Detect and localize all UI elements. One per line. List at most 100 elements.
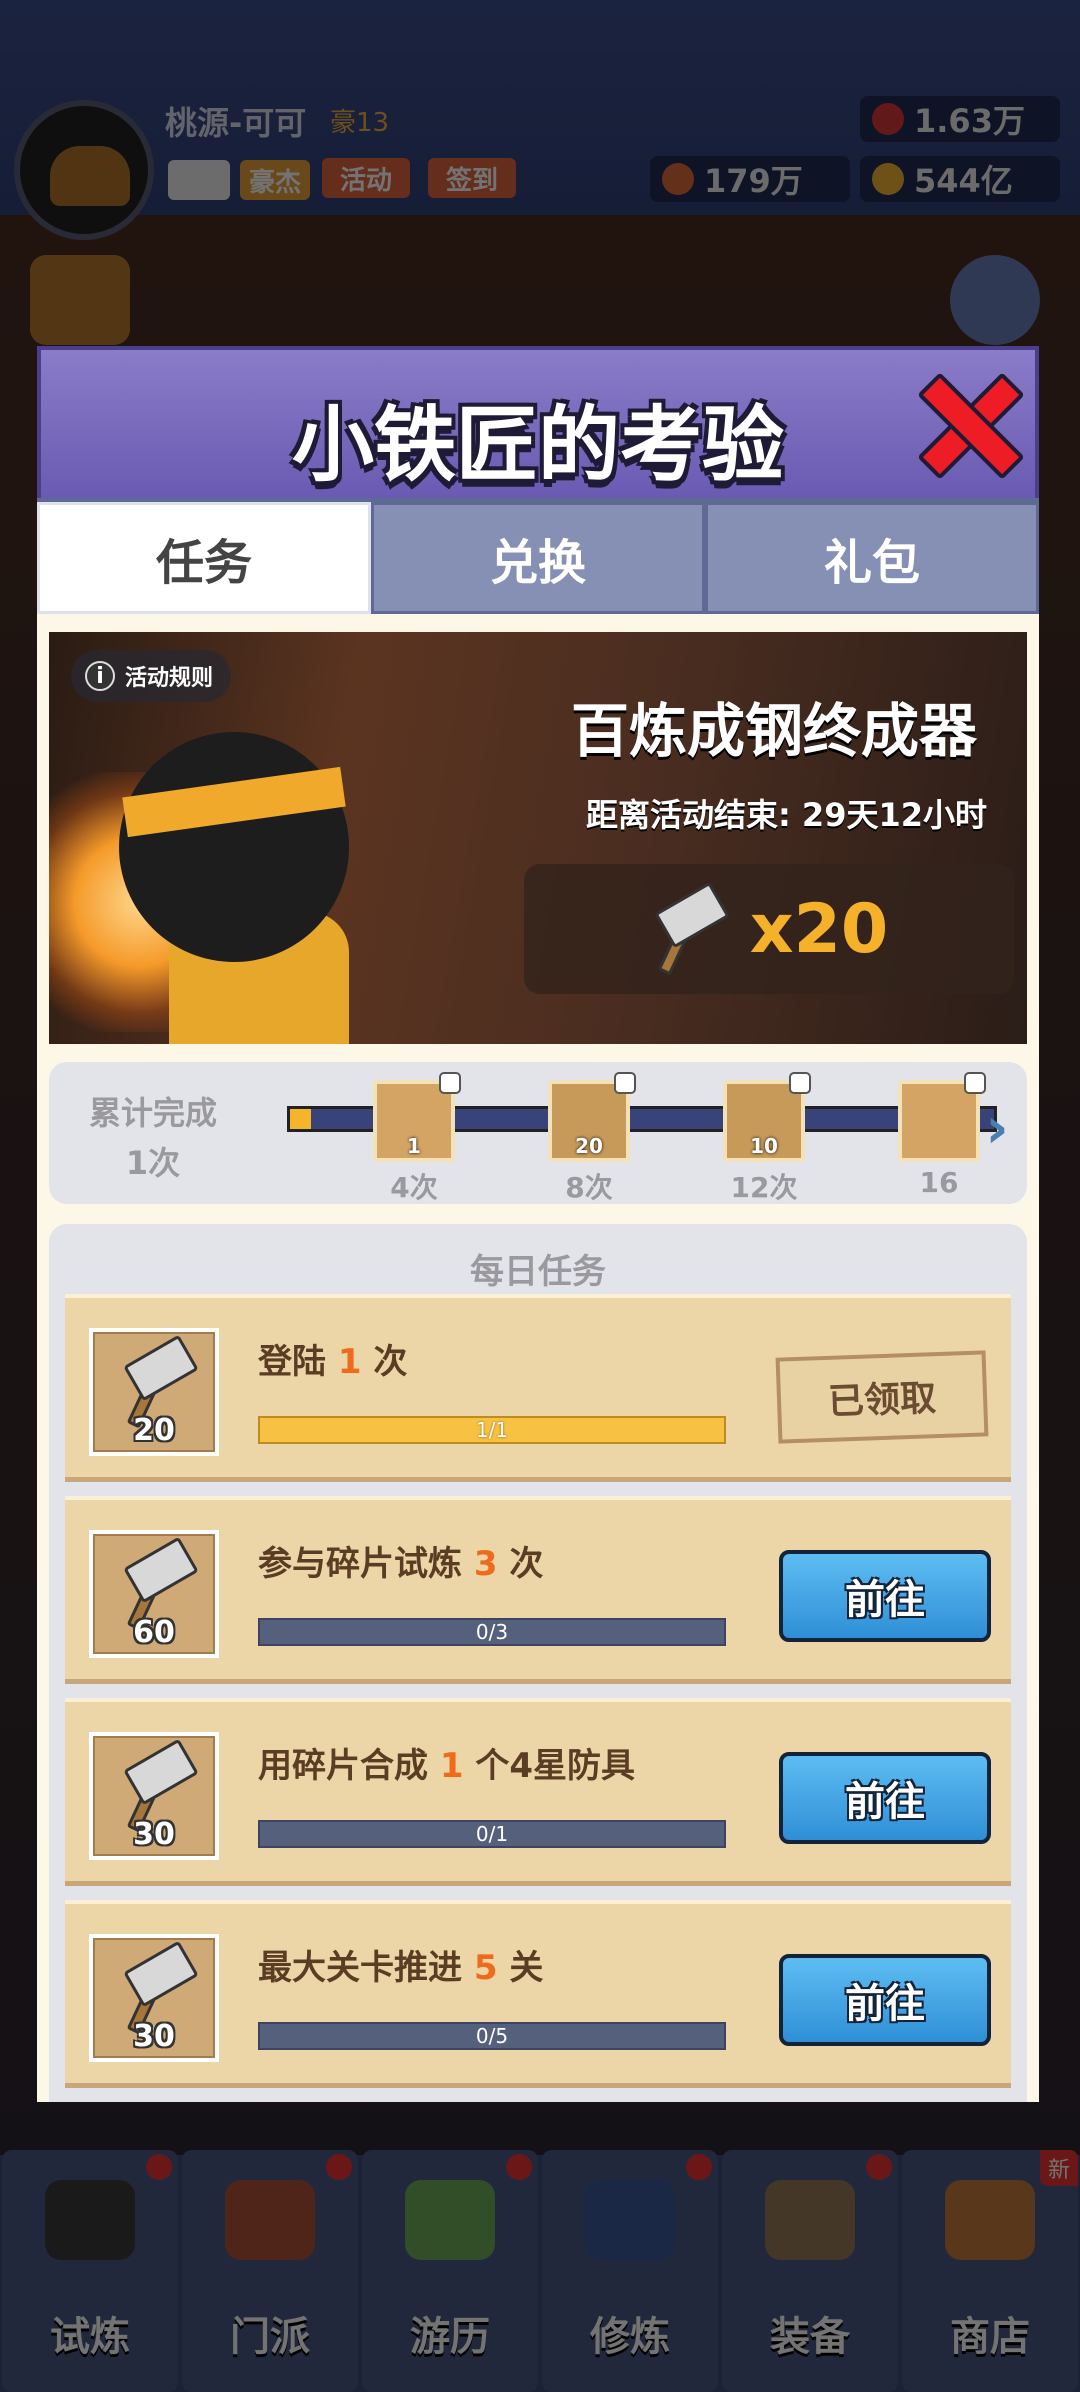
- mail-icon[interactable]: [168, 160, 230, 200]
- tab-tasks[interactable]: 任务: [37, 502, 371, 614]
- task-text-post: 次: [361, 1342, 408, 1382]
- event-button[interactable]: 活动: [322, 158, 410, 198]
- milestone-reward-2[interactable]: 10: [723, 1072, 811, 1162]
- tab-bar: 任务 兑换 礼包: [37, 498, 1039, 614]
- gem-icon: [872, 103, 904, 135]
- task-description: 用碎片合成 1 个4星防具: [258, 1738, 635, 1787]
- event-rules-button[interactable]: i 活动规则: [71, 650, 232, 702]
- claimed-stamp: 已领取: [775, 1350, 989, 1444]
- notification-dot: [506, 2154, 532, 2180]
- completion-value: 1次: [125, 1144, 181, 1182]
- info-icon: i: [85, 661, 115, 691]
- nav-label: 游历: [410, 2314, 490, 2360]
- nav-item-5[interactable]: 商店 新: [902, 2150, 1078, 2392]
- modal-body: i 活动规则 百炼成钢终成器 距离活动结束: 29天12小时 x20 累计完成 …: [37, 614, 1039, 2102]
- lock-icon: [964, 1072, 986, 1094]
- task-progress-bar: 0/3: [258, 1618, 726, 1646]
- milestone-reward-3[interactable]: [898, 1072, 986, 1162]
- reward-quantity: x20: [749, 889, 889, 969]
- go-button[interactable]: 前往: [779, 1954, 991, 2046]
- task-target: 1: [337, 1342, 362, 1382]
- player-avatar[interactable]: [14, 100, 154, 240]
- milestone-reward-0[interactable]: 1: [373, 1072, 461, 1162]
- milestone-qty: 20: [575, 1134, 603, 1158]
- task-row: 20 登陆 1 次 1/1 已领取: [65, 1294, 1011, 1482]
- daily-tasks-panel: 每日任务 20 登陆 1 次 1/1 已领取 60 参与碎片试炼 3 次 0/3 前往 30 用碎…: [49, 1224, 1027, 2102]
- gem-counter[interactable]: 1.63万: [860, 96, 1060, 142]
- hammer-icon: [119, 1334, 199, 1429]
- nav-label: 试炼: [50, 2314, 130, 2360]
- task-reward: 30: [89, 1732, 219, 1860]
- npc-icon[interactable]: [950, 255, 1040, 345]
- task-text-post: 关: [497, 1948, 544, 1988]
- nav-icon: [225, 2180, 315, 2260]
- milestone-qty: 1: [407, 1134, 421, 1158]
- blacksmith-head: [119, 732, 349, 962]
- lock-icon: [439, 1072, 461, 1094]
- nav-item-1[interactable]: 门派: [182, 2150, 358, 2392]
- task-progress-label: 1/1: [475, 1418, 509, 1442]
- modal-header: 小铁匠的考验: [37, 346, 1039, 498]
- task-row: 30 最大关卡推进 5 关 0/5 前往: [65, 1900, 1011, 2088]
- daily-tasks-title: 每日任务: [470, 1252, 606, 1292]
- banner-title: 百炼成钢终成器: [570, 697, 977, 765]
- milestone-label: 8次: [565, 1171, 613, 1204]
- close-icon[interactable]: [915, 370, 1015, 470]
- coin-counter[interactable]: 544亿: [860, 156, 1060, 202]
- milestone-qty: 10: [750, 1134, 778, 1158]
- task-progress-label: 0/3: [475, 1620, 509, 1644]
- modal-title: 小铁匠的考验: [291, 398, 784, 493]
- milestone-reward-1[interactable]: 20: [548, 1072, 636, 1162]
- coin-amount: 544亿: [914, 162, 1013, 200]
- checkin-button[interactable]: 签到: [428, 158, 516, 198]
- nav-item-4[interactable]: 装备: [722, 2150, 898, 2392]
- hammer-icon: [119, 1738, 199, 1833]
- task-progress-bar: 1/1: [258, 1416, 726, 1444]
- token-amount: 179万: [704, 162, 803, 200]
- task-text-pre: 参与碎片试炼: [258, 1544, 474, 1584]
- milestone-track: 累计完成 1次 1 4次 20 8次 10 12次 16 ›: [49, 1062, 1027, 1204]
- banner-reward: x20: [524, 864, 1014, 994]
- token-counter[interactable]: 179万: [650, 156, 850, 202]
- nav-item-0[interactable]: 试炼: [2, 2150, 178, 2392]
- coin-icon: [872, 163, 904, 195]
- task-reward-qty: 30: [133, 1817, 175, 1852]
- go-button[interactable]: 前往: [779, 1752, 991, 1844]
- bottom-nav: 试炼 门派 游历 修炼 装备 商店 新: [0, 2150, 1080, 2392]
- nav-item-2[interactable]: 游历: [362, 2150, 538, 2392]
- task-target: 1: [439, 1746, 464, 1786]
- completion-label: 累计完成: [88, 1094, 217, 1132]
- task-progress-label: 0/5: [475, 2024, 509, 2048]
- task-progress-label: 0/1: [475, 1822, 509, 1846]
- hero-button[interactable]: 豪杰: [240, 160, 310, 200]
- chest-icon[interactable]: [30, 255, 130, 345]
- tab-exchange[interactable]: 兑换: [371, 502, 705, 614]
- nav-item-3[interactable]: 修炼: [542, 2150, 718, 2392]
- task-reward-qty: 30: [133, 2019, 175, 2054]
- tab-gift-pack[interactable]: 礼包: [705, 502, 1039, 614]
- gem-amount: 1.63万: [914, 102, 1025, 140]
- milestone-progress-fill: [290, 1109, 312, 1129]
- notification-dot: [146, 2154, 172, 2180]
- chevron-right-icon[interactable]: ›: [977, 1096, 1017, 1161]
- task-progress-bar: 0/1: [258, 1820, 726, 1848]
- task-reward-qty: 60: [133, 1615, 175, 1650]
- nav-label: 门派: [230, 2314, 310, 2360]
- player-name: 桃源-可可: [165, 104, 307, 142]
- nav-label: 装备: [770, 2314, 850, 2360]
- task-reward: 60: [89, 1530, 219, 1658]
- event-rules-label: 活动规则: [125, 666, 214, 691]
- new-badge: 新: [1039, 2150, 1078, 2186]
- nav-icon: [45, 2180, 135, 2260]
- go-button[interactable]: 前往: [779, 1550, 991, 1642]
- task-text-pre: 最大关卡推进: [258, 1948, 474, 1988]
- token-icon: [662, 163, 694, 195]
- task-progress-bar: 0/5: [258, 2022, 726, 2050]
- event-modal: 小铁匠的考验 任务 兑换 礼包 i 活动规则 百炼成钢终成器 距离活动结束: 2…: [37, 346, 1039, 2102]
- nav-icon: [585, 2180, 675, 2260]
- task-text-post: 次: [497, 1544, 544, 1584]
- milestone-label: 16: [919, 1166, 959, 1199]
- task-target: 3: [473, 1544, 498, 1584]
- nav-icon: [945, 2180, 1035, 2260]
- milestone-label: 12次: [730, 1171, 798, 1204]
